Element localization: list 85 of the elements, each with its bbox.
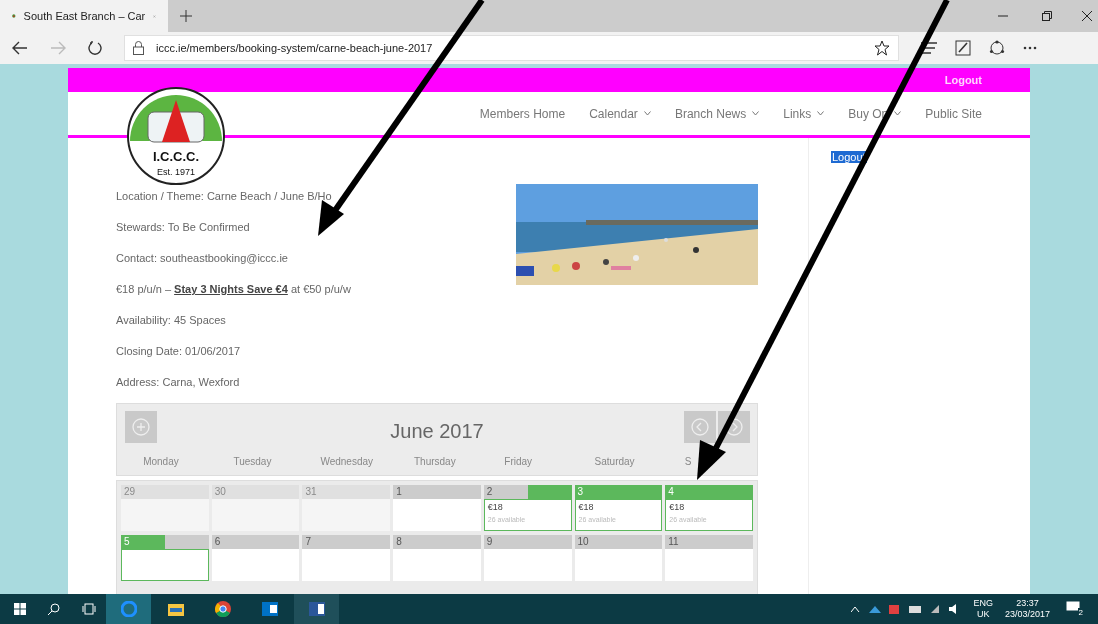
notification-count: 2 — [1077, 608, 1084, 617]
detail-text: Closing Date: 01/06/2017 — [116, 344, 242, 359]
clock-date[interactable]: 23/03/2017 — [1004, 609, 1050, 620]
browser-tab[interactable]: South East Branch – Car — [0, 0, 168, 32]
day-cell[interactable] — [121, 549, 209, 581]
region-text[interactable]: UK — [976, 609, 990, 620]
logo-text: Est. 1971 — [157, 167, 195, 177]
day-cell[interactable] — [211, 549, 300, 581]
detail-text: Location / Theme: Carne Beach / June B/Ho — [116, 189, 333, 204]
month-title: June 2017 — [389, 419, 485, 444]
nav-link[interactable]: Branch News — [674, 104, 760, 123]
restore-icon[interactable] — [1042, 11, 1052, 21]
url-text: iccc.ie/members/booking-system/carne-beach-june-2017 — [156, 40, 434, 56]
share-icon[interactable] — [989, 40, 1005, 56]
day-cell[interactable] — [302, 549, 391, 581]
chevron-right-icon — [725, 418, 743, 436]
day-header: 11 — [665, 535, 753, 549]
price-text: €18 — [669, 501, 686, 514]
folder-icon — [167, 602, 184, 616]
day-header: 7 — [302, 535, 391, 549]
plus-icon — [132, 418, 150, 436]
star-icon[interactable] — [874, 40, 890, 56]
tab-title: South East Branch – Car — [23, 8, 146, 24]
day-header: 31 — [302, 485, 391, 499]
clock-time[interactable]: 23:37 — [1016, 598, 1039, 609]
chevron-down-icon — [817, 111, 825, 116]
chevron-left-icon — [691, 418, 709, 436]
day-header: 4 — [665, 485, 753, 499]
task-view-icon[interactable] — [82, 603, 96, 615]
detail-text: Address: Carna, Wexford — [116, 375, 241, 390]
taskbar-app[interactable] — [294, 594, 339, 624]
day-header: 8 — [393, 535, 481, 549]
document-app-icon — [308, 602, 325, 616]
chevron-down-icon — [752, 111, 760, 116]
day-cell[interactable] — [665, 549, 753, 581]
chevron-down-icon — [894, 111, 902, 116]
day-header: 3 — [574, 485, 663, 499]
detail-text: €18 p/u/n – Stay 3 Nights Save €4 at €50 p/u/w — [116, 282, 352, 297]
weekday-label: S — [684, 455, 693, 469]
mail-app-icon — [261, 602, 278, 616]
chrome-icon — [214, 601, 231, 617]
pen-icon[interactable] — [955, 40, 971, 56]
notification-icon — [1066, 601, 1080, 613]
lock-icon — [133, 41, 144, 55]
day-cell[interactable] — [393, 549, 481, 581]
day-header: 29 — [121, 485, 209, 499]
weekday-label: Monday — [143, 455, 180, 469]
day-cell[interactable] — [393, 499, 481, 531]
windows-icon[interactable] — [14, 603, 26, 615]
detail-text: Availability: 45 Spaces — [116, 313, 227, 328]
day-header: 5 — [121, 535, 209, 549]
day-cell[interactable] — [483, 549, 572, 581]
day-header: 6 — [211, 535, 300, 549]
price-text: €18 — [487, 501, 504, 514]
day-header: 1 — [393, 485, 481, 499]
nav-link[interactable]: Links — [783, 104, 825, 123]
refresh-icon[interactable] — [88, 41, 102, 55]
nav-link[interactable]: Calendar — [589, 104, 651, 123]
day-header: 10 — [574, 535, 663, 549]
chevron-down-icon — [643, 111, 651, 116]
weekday-label: Tuesday — [233, 455, 273, 469]
day-header: 9 — [483, 535, 572, 549]
search-icon[interactable] — [48, 603, 60, 615]
logo-text: I.C.C.C. — [152, 149, 200, 164]
day-header: 30 — [211, 485, 300, 499]
day-header: 2 — [483, 485, 572, 499]
weekday-label: Saturday — [594, 455, 636, 469]
back-icon[interactable] — [12, 41, 28, 55]
close-icon[interactable] — [1082, 11, 1092, 21]
detail-text: Stewards: To Be Confirmed — [116, 220, 251, 235]
detail-text: Contact: southeastbooking@iccc.ie — [116, 251, 289, 266]
weekday-label: Friday — [504, 455, 534, 469]
new-tab-icon[interactable] — [180, 10, 192, 22]
price-text: €18 — [578, 501, 595, 514]
reading-list-icon[interactable] — [921, 42, 937, 54]
more-icon[interactable] — [1023, 46, 1037, 50]
address-bar[interactable]: iccc.ie/members/booking-system/carne-beach-june-2017 — [124, 35, 899, 61]
day-cell[interactable] — [574, 549, 663, 581]
nav-link[interactable]: Public Site — [925, 104, 982, 123]
weekday-label: Thursday — [414, 455, 457, 469]
language-text[interactable]: ENG — [973, 598, 993, 609]
browser-icon — [120, 601, 137, 617]
nav-link[interactable]: Members Home — [479, 104, 566, 123]
weekday-label: Wednesday — [320, 455, 373, 469]
notifications-button[interactable]: 2 — [1066, 601, 1084, 617]
